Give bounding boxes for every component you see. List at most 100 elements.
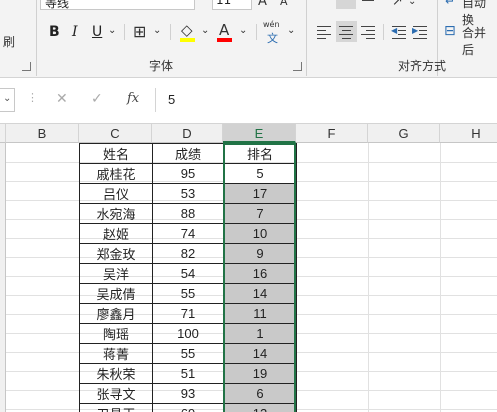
borders-icon[interactable]: ⊞ <box>133 22 146 41</box>
merge-center-icon[interactable]: ⊟ <box>444 23 456 39</box>
phonetic-guide-icon[interactable]: 文 <box>267 30 278 46</box>
confirm-entry-icon[interactable]: ✓ <box>91 91 103 107</box>
table-row: 张寻文 93 6 <box>79 383 297 404</box>
cell-rank[interactable]: 14 <box>223 343 297 364</box>
font-group-launcher-icon[interactable] <box>293 62 302 71</box>
table-row: 吴成倩 55 14 <box>79 283 297 304</box>
formula-input[interactable]: 5 <box>155 88 497 112</box>
cell-name[interactable]: 戚桂花 <box>79 163 153 184</box>
cell-name[interactable]: 水宛海 <box>79 203 153 224</box>
borders-dropdown-chevron-icon[interactable]: ⌄ <box>153 25 161 36</box>
worksheet-grid[interactable]: B C D E F G H 姓名 成绩 排名 戚桂花 95 5 吕仪 53 17 水宛海 88… <box>0 124 497 412</box>
cell-score[interactable]: 100 <box>152 323 224 344</box>
cell-score[interactable]: 88 <box>152 203 224 224</box>
wrap-text-icon[interactable]: ↵ <box>445 0 455 8</box>
font-color-icon[interactable]: A <box>219 21 229 39</box>
phonetic-guide-label[interactable]: wén <box>263 20 280 29</box>
table-row: 卫昌玉6912 <box>79 403 297 412</box>
decrease-font-icon[interactable]: A <box>280 0 288 8</box>
merge-center-button[interactable]: 合并后 <box>462 24 497 58</box>
font-color-chevron-icon[interactable]: ⌄ <box>239 25 247 36</box>
cell-rank[interactable]: 14 <box>223 283 297 304</box>
cell-rank[interactable]: 5 <box>223 163 297 184</box>
font-size-dropdown[interactable]: 11 <box>212 0 252 10</box>
table-row: 郑金玫 82 9 <box>79 243 297 264</box>
cell-name[interactable]: 朱秋荣 <box>79 363 153 384</box>
ribbon: 刷 等线 11 A A B I U ⌄ ⊞ ⌄ ◇ ⌄ A ⌄ wén 文 ⌄ … <box>0 0 497 78</box>
cell-score[interactable]: 93 <box>152 383 224 404</box>
column-header-e[interactable]: E <box>223 124 296 143</box>
header-rank[interactable]: 排名 <box>223 143 297 164</box>
increase-font-icon[interactable]: A <box>258 0 267 9</box>
cell-rank[interactable]: 19 <box>223 363 297 384</box>
phonetic-chevron-icon[interactable]: ⌄ <box>287 25 295 36</box>
header-score[interactable]: 成绩 <box>152 143 224 164</box>
bold-button[interactable]: B <box>49 24 60 40</box>
font-name-dropdown[interactable]: 等线 <box>40 0 195 10</box>
align-left-icon[interactable] <box>317 25 333 39</box>
fill-color-chevron-icon[interactable]: ⌄ <box>201 25 209 36</box>
cell-score[interactable]: 53 <box>152 183 224 204</box>
cell-rank[interactable]: 7 <box>223 203 297 224</box>
increase-indent-icon[interactable]: ▶ <box>412 25 429 39</box>
cell-score[interactable]: 69 <box>152 403 224 412</box>
cell-name[interactable]: 廖鑫月 <box>79 303 153 324</box>
cancel-entry-icon[interactable]: ✕ <box>56 91 68 107</box>
align-center-icon[interactable] <box>336 21 357 42</box>
clipboard-launcher-icon[interactable] <box>22 62 31 71</box>
header-name[interactable]: 姓名 <box>79 143 153 164</box>
column-header-g[interactable]: G <box>368 124 440 143</box>
column-header-c[interactable]: C <box>79 124 152 143</box>
name-box[interactable]: ⌄ <box>0 88 15 112</box>
cell-name[interactable]: 赵姬 <box>79 223 153 244</box>
cell-name[interactable]: 郑金玫 <box>79 243 153 264</box>
cell-name[interactable]: 蒋菁 <box>79 343 153 364</box>
table-row: 陶瑶 100 1 <box>79 323 297 344</box>
cell-name[interactable]: 吴洋 <box>79 263 153 284</box>
cell-rank[interactable]: 12 <box>223 403 297 412</box>
cell-rank[interactable]: 1 <box>223 323 297 344</box>
format-painter-label[interactable]: 刷 <box>3 33 15 50</box>
italic-button[interactable]: I <box>72 24 78 40</box>
align-right-icon[interactable] <box>361 25 377 39</box>
underline-dropdown-chevron-icon[interactable]: ⌄ <box>108 25 116 36</box>
cell-rank[interactable]: 9 <box>223 243 297 264</box>
column-header-b[interactable]: B <box>6 124 79 143</box>
cell-score[interactable]: 82 <box>152 243 224 264</box>
name-box-chevron-icon[interactable]: ⌄ <box>3 93 11 104</box>
cell-score[interactable]: 74 <box>152 223 224 244</box>
orientation-icon[interactable]: ↗ <box>392 0 403 9</box>
decrease-indent-icon[interactable]: ◀ <box>391 25 408 39</box>
formula-bar-grip-icon[interactable]: ⋮ <box>27 91 38 104</box>
cell-score[interactable]: 95 <box>152 163 224 184</box>
cell-score[interactable]: 55 <box>152 343 224 364</box>
fill-color-bucket-icon[interactable]: ◇ <box>181 21 193 39</box>
cell-score[interactable]: 54 <box>152 263 224 284</box>
cell-rank[interactable]: 17 <box>223 183 297 204</box>
cell-name[interactable]: 吕仪 <box>79 183 153 204</box>
table-row: 吴洋 54 16 <box>79 263 297 284</box>
align-top-icon[interactable] <box>316 0 332 8</box>
column-header-d[interactable]: D <box>152 124 223 143</box>
column-header-h[interactable]: H <box>440 124 497 143</box>
align-middle-icon[interactable] <box>336 0 356 9</box>
cell-rank[interactable]: 11 <box>223 303 297 324</box>
cell-rank[interactable]: 10 <box>223 223 297 244</box>
column-header-f[interactable]: F <box>296 124 368 143</box>
cell-name[interactable]: 张寻文 <box>79 383 153 404</box>
cell-rank[interactable]: 6 <box>223 383 297 404</box>
insert-function-button[interactable]: fx <box>127 91 139 106</box>
underline-button[interactable]: U <box>92 24 102 40</box>
score-table: 姓名 成绩 排名 戚桂花 95 5 吕仪 53 17 水宛海 88 7 赵姬 74 10 郑金玫 82 9 吴… <box>79 143 297 412</box>
cell-score[interactable]: 71 <box>152 303 224 324</box>
table-header-row: 姓名 成绩 排名 <box>79 143 297 164</box>
orientation-chevron-icon[interactable]: ⌄ <box>408 0 416 7</box>
cell-score[interactable]: 55 <box>152 283 224 304</box>
table-row: 吕仪 53 17 <box>79 183 297 204</box>
cell-rank[interactable]: 16 <box>223 263 297 284</box>
cell-score[interactable]: 51 <box>152 363 224 384</box>
cell-name[interactable]: 卫昌玉 <box>79 403 153 412</box>
cell-name[interactable]: 陶瑶 <box>79 323 153 344</box>
cell-name[interactable]: 吴成倩 <box>79 283 153 304</box>
align-bottom-icon[interactable] <box>360 0 376 8</box>
